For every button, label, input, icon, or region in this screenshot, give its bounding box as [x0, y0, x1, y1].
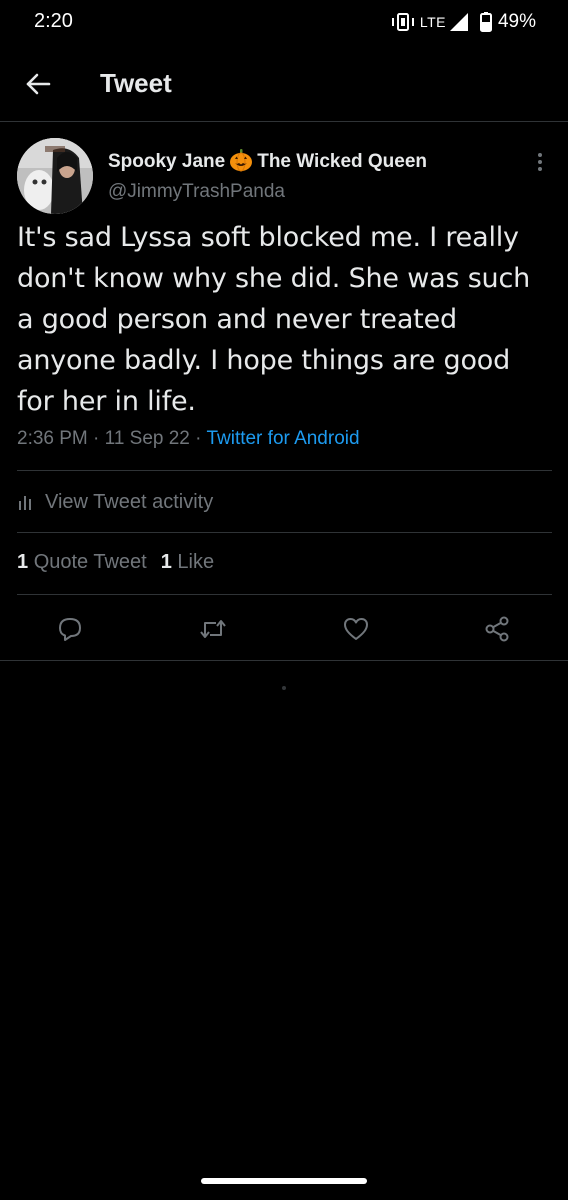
analytics-icon: [19, 496, 31, 510]
reply-button[interactable]: [55, 614, 85, 644]
reply-icon: [59, 618, 81, 641]
quote-count: 1: [17, 551, 29, 573]
network-type: LTE: [419, 14, 446, 30]
divider: [0, 660, 568, 661]
divider: [17, 532, 552, 533]
tweet-time: 2:36 PM: [17, 428, 88, 449]
retweet-button[interactable]: [198, 614, 228, 644]
tweet-date: 11 Sep 22: [104, 428, 190, 449]
back-arrow-icon: [26, 73, 51, 95]
more-vertical-icon[interactable]: [528, 148, 552, 176]
top-app-bar: Tweet: [0, 44, 568, 122]
like-count: 1: [160, 551, 172, 573]
tweet-action-bar: [0, 614, 568, 644]
tweet-source-link[interactable]: Twitter for Android: [206, 428, 359, 449]
likes-stat[interactable]: 1 Like: [161, 551, 214, 573]
tweet-text: It's sad Lyssa soft blocked me. I really…: [17, 222, 531, 417]
author-handle[interactable]: @JimmyTrashPanda: [108, 181, 285, 203]
heart-icon: [344, 618, 368, 640]
meta-separator: ·: [93, 428, 100, 449]
loading-dot: [282, 686, 286, 690]
avatar[interactable]: [17, 138, 93, 214]
battery-percent: 49%: [497, 11, 536, 32]
back-button[interactable]: [20, 66, 56, 102]
status-bar: 2:20 LTE 49%: [0, 0, 568, 44]
share-icon: [485, 616, 509, 642]
avatar-image: [17, 138, 93, 214]
divider: [17, 470, 552, 471]
share-button[interactable]: [482, 614, 512, 644]
author-name-part2: The Wicked Queen: [257, 151, 428, 172]
tweet-metadata: 2:36 PM · 11 Sep 22 · Twitter for Androi…: [17, 428, 360, 450]
author-name-part1: Spooky Jane: [108, 151, 226, 172]
home-indicator[interactable]: [201, 1178, 367, 1184]
pumpkin-emoji-icon: [230, 149, 253, 172]
view-tweet-activity-button[interactable]: View Tweet activity: [17, 489, 213, 515]
quote-tweets-stat[interactable]: 1 Quote Tweet: [17, 551, 147, 573]
signal-icon: [449, 13, 468, 31]
meta-separator: ·: [195, 428, 202, 449]
vibrate-icon: [391, 13, 414, 31]
author-name[interactable]: Spooky Jane The Wicked Queen: [108, 148, 427, 173]
tweet-stats: 1 Quote Tweet 1 Like: [17, 551, 214, 574]
divider: [17, 594, 552, 595]
status-icons: LTE 49%: [390, 10, 536, 34]
status-time: 2:20: [34, 10, 73, 32]
retweet-icon: [200, 620, 226, 638]
like-label: Like: [177, 551, 215, 573]
page-title: Tweet: [100, 68, 172, 98]
like-button[interactable]: [341, 614, 371, 644]
quote-label: Quote Tweet: [33, 551, 147, 573]
activity-label: View Tweet activity: [45, 490, 214, 513]
battery-icon: [479, 12, 492, 32]
